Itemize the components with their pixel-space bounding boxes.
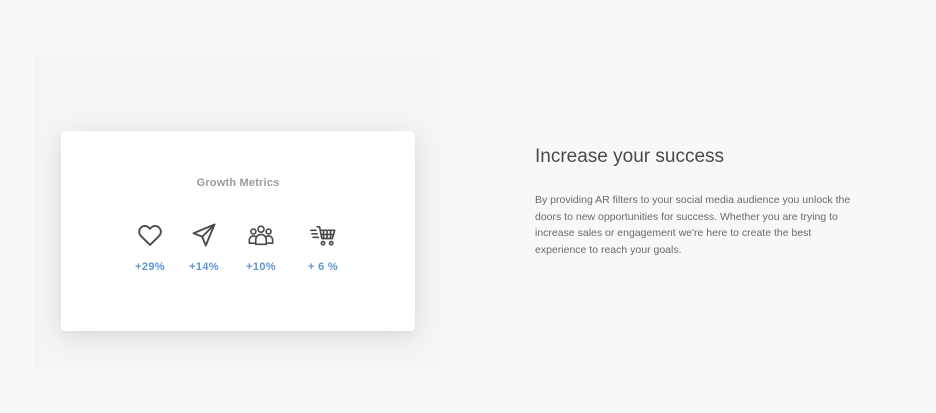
metric-value: +14%: [189, 261, 219, 273]
metric-value: +10%: [246, 261, 276, 273]
metric-sales: + 6 %: [293, 221, 353, 273]
metric-followers: +10%: [231, 221, 291, 273]
section-description: By providing AR filters to your social m…: [535, 194, 851, 256]
section-heading: Increase your success: [535, 146, 725, 167]
metric-value: +29%: [135, 261, 165, 273]
illustration-panel: Growth Metrics +29% +14% +10% + 6 %: [34, 55, 440, 367]
heart-icon: [136, 221, 164, 249]
metric-value: + 6 %: [308, 261, 338, 273]
card-title: Growth Metrics: [196, 177, 280, 189]
users-group-icon: [247, 221, 275, 249]
cart-fast-icon: [309, 221, 337, 249]
metric-shares: +14%: [174, 221, 234, 273]
send-icon: [190, 221, 218, 249]
growth-metrics-card: Growth Metrics +29% +14% +10% + 6 %: [61, 131, 415, 331]
metric-likes: +29%: [120, 221, 180, 273]
